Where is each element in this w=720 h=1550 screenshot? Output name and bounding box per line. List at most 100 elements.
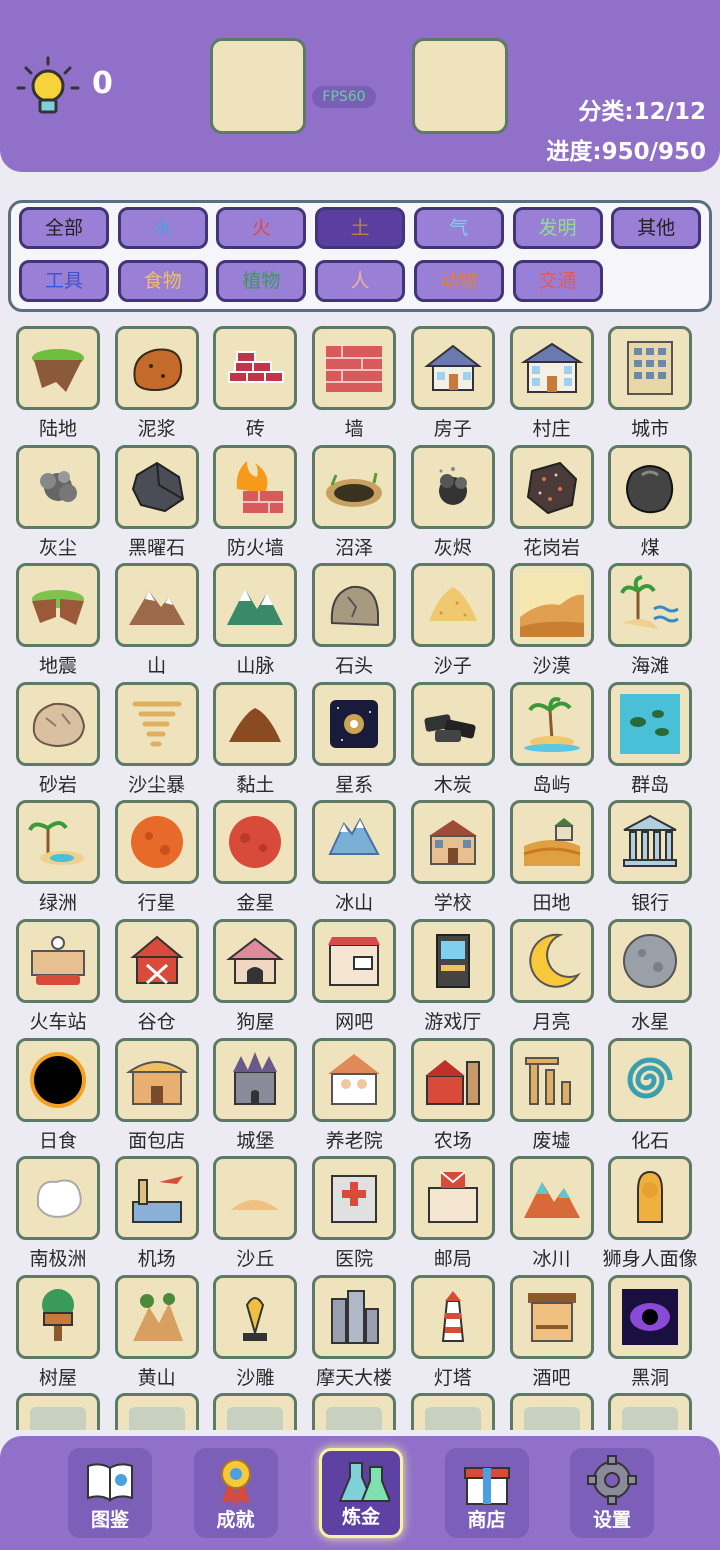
element-cell[interactable]: 酒吧 <box>494 1271 594 1390</box>
element-tile[interactable] <box>608 1274 693 1359</box>
element-cell[interactable]: 砖 <box>197 322 298 441</box>
element-tile[interactable] <box>312 1274 397 1359</box>
element-tile[interactable] <box>509 800 594 885</box>
element-tile[interactable] <box>312 681 397 766</box>
filter-chip[interactable]: 水 <box>117 207 208 249</box>
element-tile[interactable] <box>114 326 199 410</box>
element-tile[interactable] <box>312 1393 397 1430</box>
element-cell[interactable]: 城市 <box>592 322 693 441</box>
element-cell[interactable]: 狮身人面像 <box>592 1152 698 1271</box>
lightbulb-icon[interactable] <box>16 56 80 120</box>
element-tile[interactable] <box>509 1274 594 1359</box>
element-tile[interactable] <box>410 563 495 648</box>
filter-chip[interactable]: 土 <box>315 207 406 249</box>
element-tile[interactable] <box>509 444 594 529</box>
element-tile[interactable] <box>16 1156 100 1241</box>
element-tile[interactable] <box>410 681 495 766</box>
filter-chip[interactable]: 植物 <box>216 260 307 302</box>
element-cell[interactable]: 机场 <box>99 1152 199 1271</box>
element-cell[interactable]: 木炭 <box>395 678 495 797</box>
element-tile[interactable] <box>114 1274 199 1359</box>
element-cell[interactable]: 灰烬 <box>395 441 495 560</box>
element-tile[interactable] <box>114 444 199 529</box>
element-cell[interactable]: 行星 <box>99 796 199 915</box>
element-cell[interactable] <box>99 1389 199 1430</box>
element-tile[interactable] <box>213 1274 298 1359</box>
nav-medal-button[interactable]: 成就 <box>193 1448 278 1538</box>
element-cell[interactable]: 日食 <box>0 1034 100 1153</box>
element-tile[interactable] <box>213 681 298 766</box>
element-tile[interactable] <box>608 681 693 766</box>
element-tile[interactable] <box>312 563 397 648</box>
element-tile[interactable] <box>16 800 100 885</box>
element-cell[interactable]: 群岛 <box>592 678 693 797</box>
element-cell[interactable]: 黏土 <box>197 678 298 797</box>
element-cell[interactable]: 银行 <box>592 796 693 915</box>
filter-chip[interactable]: 全部 <box>19 207 109 249</box>
element-tile[interactable] <box>114 681 199 766</box>
element-tile[interactable] <box>410 1274 495 1359</box>
element-tile[interactable] <box>509 1393 594 1430</box>
element-cell[interactable]: 田地 <box>494 796 594 915</box>
combine-slot-2[interactable] <box>412 38 508 134</box>
element-cell[interactable] <box>395 1389 495 1430</box>
element-cell[interactable]: 煤 <box>592 441 693 560</box>
element-tile[interactable] <box>114 800 199 885</box>
element-tile[interactable] <box>213 563 298 648</box>
element-tile[interactable] <box>213 444 298 529</box>
filter-chip[interactable]: 人 <box>315 260 406 302</box>
element-tile[interactable] <box>410 444 495 529</box>
nav-flask-button[interactable]: 炼金 <box>319 1448 403 1538</box>
element-cell[interactable]: 游戏厅 <box>395 915 495 1034</box>
filter-chip[interactable]: 发明 <box>512 207 603 249</box>
element-cell[interactable]: 金星 <box>197 796 298 915</box>
element-tile[interactable] <box>608 563 693 648</box>
element-cell[interactable]: 花岗岩 <box>494 441 594 560</box>
element-cell[interactable]: 农场 <box>395 1034 495 1153</box>
element-tile[interactable] <box>410 1156 495 1241</box>
element-cell[interactable]: 城堡 <box>197 1034 298 1153</box>
element-tile[interactable] <box>509 1156 594 1241</box>
element-cell[interactable]: 谷仓 <box>99 915 199 1034</box>
element-cell[interactable]: 邮局 <box>395 1152 495 1271</box>
element-tile[interactable] <box>114 1393 199 1430</box>
element-tile[interactable] <box>114 563 199 648</box>
element-cell[interactable] <box>296 1389 397 1430</box>
filter-chip[interactable]: 交通 <box>512 260 603 302</box>
element-cell[interactable] <box>0 1389 100 1430</box>
element-tile[interactable] <box>410 919 495 1003</box>
element-cell[interactable]: 废墟 <box>494 1034 594 1153</box>
element-tile[interactable] <box>608 1037 693 1122</box>
element-cell[interactable]: 灯塔 <box>395 1271 495 1390</box>
element-tile[interactable] <box>509 681 594 766</box>
element-cell[interactable]: 沙漠 <box>494 559 594 678</box>
element-cell[interactable]: 陆地 <box>0 322 100 441</box>
element-tile[interactable] <box>16 919 100 1003</box>
element-cell[interactable]: 化石 <box>592 1034 693 1153</box>
element-cell[interactable]: 树屋 <box>0 1271 100 1390</box>
element-tile[interactable] <box>16 444 100 529</box>
element-tile[interactable] <box>608 800 693 885</box>
element-tile[interactable] <box>213 326 298 410</box>
element-cell[interactable]: 海滩 <box>592 559 693 678</box>
element-tile[interactable] <box>608 444 693 529</box>
element-cell[interactable]: 砂岩 <box>0 678 100 797</box>
element-tile[interactable] <box>16 681 100 766</box>
element-tile[interactable] <box>509 919 594 1003</box>
element-cell[interactable]: 墙 <box>296 322 397 441</box>
element-cell[interactable]: 村庄 <box>494 322 594 441</box>
element-tile[interactable] <box>16 1393 100 1430</box>
element-tile[interactable] <box>608 326 693 410</box>
element-cell[interactable] <box>592 1389 693 1430</box>
element-tile[interactable] <box>509 1037 594 1122</box>
element-tile[interactable] <box>410 1037 495 1122</box>
element-tile[interactable] <box>213 1037 298 1122</box>
element-tile[interactable] <box>608 1156 693 1241</box>
element-tile[interactable] <box>16 1037 100 1122</box>
filter-chip[interactable]: 其他 <box>611 207 702 249</box>
element-tile[interactable] <box>312 1156 397 1241</box>
element-tile[interactable] <box>312 919 397 1003</box>
element-cell[interactable]: 冰川 <box>494 1152 594 1271</box>
element-cell[interactable] <box>494 1389 594 1430</box>
nav-gear-button[interactable]: 设置 <box>570 1448 654 1538</box>
